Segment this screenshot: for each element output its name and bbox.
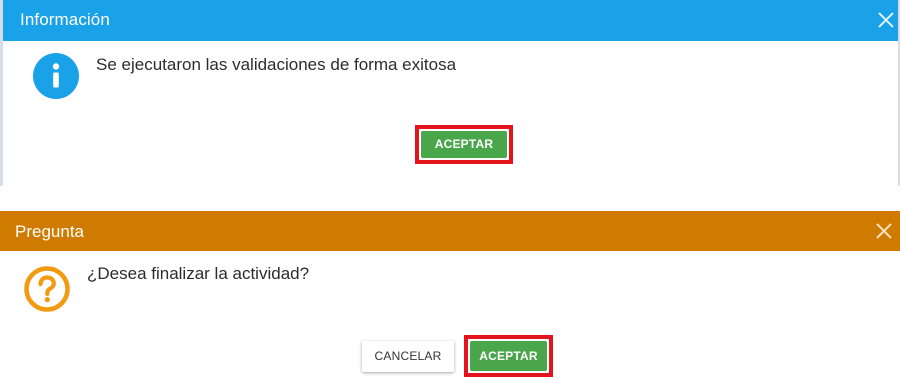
question-dialog-message: ¿Desea finalizar la actividad? xyxy=(87,264,310,283)
accept-button[interactable]: ACEPTAR xyxy=(421,131,507,158)
info-icon xyxy=(33,53,79,99)
accept-button[interactable]: ACEPTAR xyxy=(470,341,547,371)
info-dialog-titlebar: Información xyxy=(3,0,898,41)
question-dialog-title: Pregunta xyxy=(15,222,84,241)
info-dialog-title: Información xyxy=(20,10,110,29)
close-icon[interactable] xyxy=(874,221,894,241)
info-dialog-message: Se ejecutaron las validaciones de forma … xyxy=(96,55,457,74)
cancel-button[interactable]: CANCELAR xyxy=(362,341,454,372)
question-dialog-titlebar: Pregunta xyxy=(0,211,900,251)
close-icon[interactable] xyxy=(876,10,896,30)
question-dialog: Pregunta ¿Desea finalizar la actividad? … xyxy=(0,211,900,379)
question-icon xyxy=(24,266,70,312)
info-dialog: Información Se ejecutaron las validacion… xyxy=(0,0,900,186)
page: Información Se ejecutaron las validacion… xyxy=(0,0,900,379)
